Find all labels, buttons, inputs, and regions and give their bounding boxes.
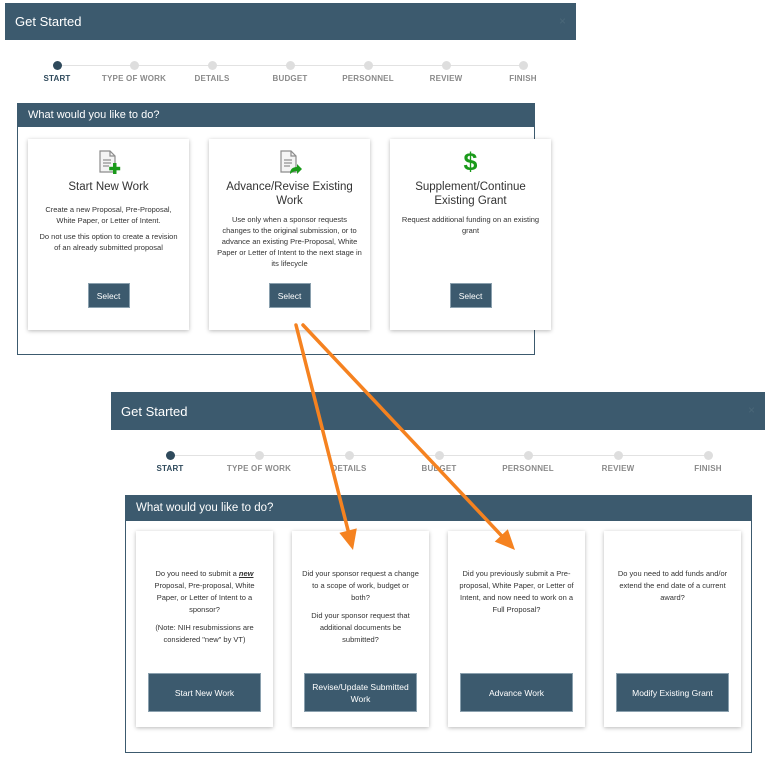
card-start-new-work: Do you need to submit a new Proposal, Pr…: [136, 531, 273, 727]
step-finish: FINISH: [658, 451, 758, 473]
panel-title: What would you like to do?: [18, 103, 534, 127]
step-dot: [52, 61, 62, 70]
advance-work-button[interactable]: Advance Work: [460, 673, 573, 712]
card-question: Did you previously submit a Pre-proposal…: [448, 568, 585, 616]
step-dot: [613, 451, 623, 460]
desc-line: Do not use this option to create a revis…: [39, 232, 178, 252]
step-dot: [344, 451, 354, 460]
options-panel: What would you like to do? Start New Wor…: [17, 103, 551, 355]
step-dot: [523, 451, 533, 460]
card-question: Did your sponsor request a change to a s…: [292, 568, 429, 646]
step-review: REVIEW: [568, 451, 668, 473]
card-modify-grant: Do you need to add funds and/or extend t…: [604, 531, 741, 727]
revise-update-submitted-work-button[interactable]: Revise/Update Submitted Work: [304, 673, 417, 712]
question-text: Proposal, Pre-proposal, White Paper, or …: [154, 581, 255, 614]
step-dot: [363, 61, 373, 70]
modal-title: Get Started: [121, 403, 188, 419]
step-label: START: [156, 464, 184, 473]
question-text: Do you need to add funds and/or extend t…: [617, 569, 728, 602]
step-dot: [703, 451, 713, 460]
card-supplement-continue: $ Supplement/Continue Existing Grant Req…: [390, 139, 551, 330]
modify-existing-grant-button[interactable]: Modify Existing Grant: [616, 673, 729, 712]
step-dot: [165, 451, 175, 460]
step-personnel: PERSONNEL: [478, 451, 578, 473]
emphasis-new: new: [238, 569, 254, 578]
document-forward-icon: [209, 148, 370, 176]
step-start: START: [120, 451, 220, 473]
select-start-new-work-button[interactable]: Select: [87, 283, 130, 308]
step-dot: [285, 61, 295, 70]
question-text: Do you need to submit a: [155, 569, 239, 578]
modal-header: Get Started ×: [111, 392, 765, 430]
close-icon[interactable]: ×: [559, 14, 566, 28]
step-dot: [129, 61, 139, 70]
card-question: Do you need to add funds and/or extend t…: [604, 568, 741, 604]
modal-header: Get Started ×: [5, 3, 576, 40]
step-dot: [518, 61, 528, 70]
card-question: Do you need to submit a new Proposal, Pr…: [136, 568, 273, 646]
question-text: Did you previously submit a Pre-proposal…: [459, 569, 574, 614]
step-finish: FINISH: [473, 61, 573, 83]
progress-stepper: START TYPE OF WORK DETAILS BUDGET PERSON…: [5, 40, 576, 98]
card-advance-work: Did you previously submit a Pre-proposal…: [448, 531, 585, 727]
step-dot: [254, 451, 264, 460]
desc-line: Use only when a sponsor requests changes…: [217, 215, 362, 268]
card-title: Start New Work: [68, 181, 149, 193]
progress-stepper: START TYPE OF WORK DETAILS BUDGET PERSON…: [111, 430, 765, 488]
modal-title: Get Started: [15, 14, 82, 29]
card-title: Supplement/Continue Existing Grant: [415, 181, 526, 207]
start-new-work-button[interactable]: Start New Work: [148, 673, 261, 712]
get-started-modal-original: Get Started × START TYPE OF WORK DETAILS…: [5, 3, 576, 358]
dollar-icon: $: [463, 148, 478, 176]
select-advance-revise-button[interactable]: Select: [268, 283, 311, 308]
close-icon[interactable]: ×: [748, 403, 755, 417]
step-dot: [207, 61, 217, 70]
get-started-modal-new: Get Started × START TYPE OF WORK DETAILS…: [111, 392, 765, 767]
step-label: PERSONNEL: [502, 464, 554, 473]
step-budget: BUDGET: [389, 451, 489, 473]
step-type-of-work: TYPE OF WORK: [209, 451, 309, 473]
note-text: (Note: NIH resubmissions are considered …: [155, 623, 254, 644]
select-supplement-button[interactable]: Select: [449, 283, 492, 308]
step-label: FINISH: [509, 74, 537, 83]
step-details: DETAILS: [299, 451, 399, 473]
step-label: FINISH: [694, 464, 722, 473]
desc-line: Create a new Proposal, Pre-Proposal, Whi…: [45, 205, 172, 225]
step-label: TYPE OF WORK: [226, 464, 292, 473]
card-description: Use only when a sponsor requests changes…: [209, 214, 370, 269]
question-text: Did your sponsor request that additional…: [311, 611, 410, 644]
step-label: REVIEW: [601, 464, 635, 473]
question-text: Did your sponsor request a change to a s…: [302, 569, 419, 602]
step-label: DETAILS: [331, 464, 367, 473]
card-title: Advance/Revise Existing Work: [226, 181, 353, 207]
desc-line: Request additional funding on an existin…: [401, 215, 540, 235]
card-description: Create a new Proposal, Pre-Proposal, Whi…: [28, 204, 189, 253]
card-description: Request additional funding on an existin…: [390, 214, 551, 236]
step-label: BUDGET: [421, 464, 457, 473]
panel-title: What would you like to do?: [126, 495, 751, 521]
step-dot: [434, 451, 444, 460]
options-panel: What would you like to do? Do you need t…: [125, 495, 752, 753]
card-revise-update: Did your sponsor request a change to a s…: [292, 531, 429, 727]
card-start-new-work: Start New Work Create a new Proposal, Pr…: [28, 139, 189, 330]
step-dot: [441, 61, 451, 70]
card-advance-revise: Advance/Revise Existing Work Use only wh…: [209, 139, 370, 330]
document-add-icon: [28, 148, 189, 176]
